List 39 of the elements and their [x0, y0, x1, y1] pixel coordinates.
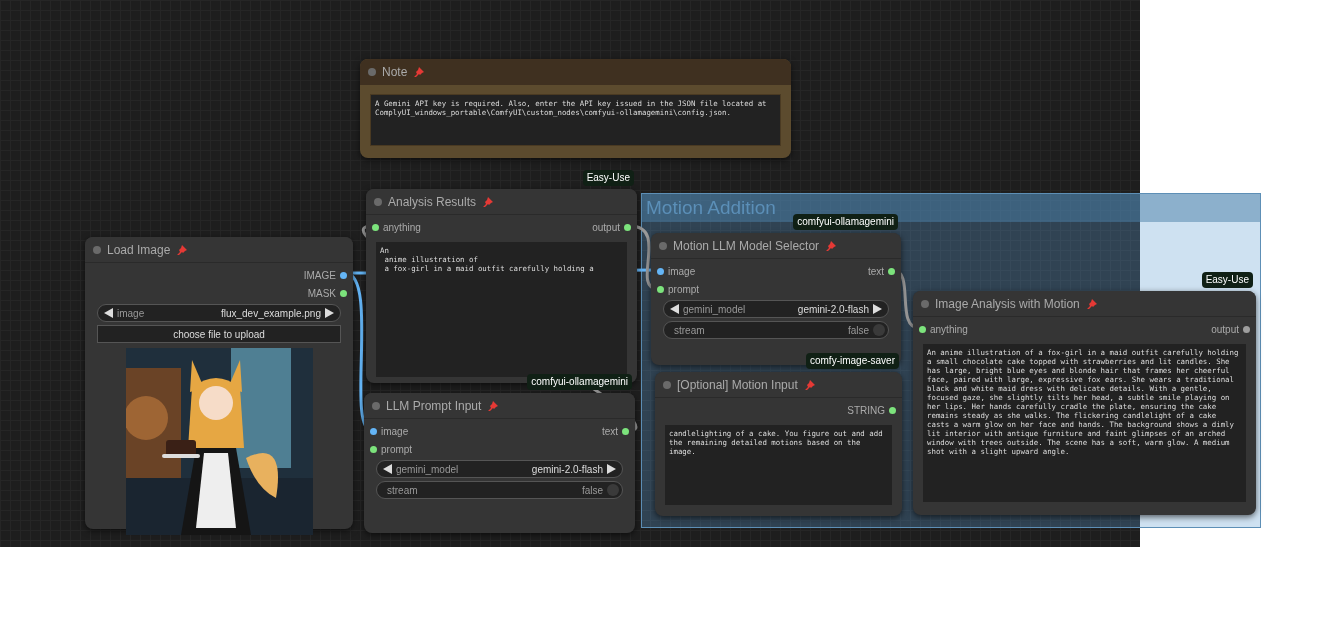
node-title: Load Image — [107, 241, 171, 259]
toggle-knob[interactable] — [607, 484, 619, 496]
right-arrow-icon[interactable] — [607, 464, 616, 474]
output-label: text — [867, 265, 884, 279]
input-label: anything — [930, 323, 968, 337]
node-title: Motion LLM Model Selector — [673, 237, 820, 255]
left-arrow-icon[interactable] — [670, 304, 679, 314]
output-label: IMAGE — [303, 269, 336, 283]
node-title: LLM Prompt Input — [386, 397, 482, 415]
output-label: STRING — [847, 404, 885, 418]
combo-field[interactable]: image flux_dev_example.png — [97, 304, 341, 322]
node-title: [Optional] Motion Input — [677, 376, 798, 394]
input-label: prompt — [381, 443, 413, 457]
output-label: text — [601, 425, 618, 439]
right-arrow-icon[interactable] — [325, 308, 334, 318]
combo-field[interactable]: gemini_model gemini-2.0-flash — [663, 300, 889, 318]
output-label: output — [592, 221, 620, 235]
node-badge: Easy-Use — [1201, 272, 1253, 288]
input-label: prompt — [668, 283, 700, 297]
output-label: MASK — [307, 287, 336, 301]
node-title: Analysis Results — [388, 193, 477, 211]
node-badge: comfy-image-saver — [805, 353, 899, 369]
node-title: Image Analysis with Motion — [935, 295, 1080, 313]
node-badge: comfyui-ollamagemini — [527, 374, 632, 390]
output-label: output — [1211, 323, 1239, 337]
node-badge: comfyui-ollamagemini — [793, 214, 898, 230]
input-label: image — [668, 265, 696, 279]
node-badge: Easy-Use — [582, 170, 634, 186]
combo-field[interactable]: gemini_model gemini-2.0-flash — [376, 460, 623, 478]
toggle-switch[interactable]: stream false — [663, 321, 889, 339]
node-title: Note — [382, 63, 408, 81]
toggle-switch[interactable]: stream false — [376, 481, 623, 499]
upload-button[interactable]: choose file to upload — [97, 325, 341, 343]
input-label: image — [381, 425, 409, 439]
toggle-knob[interactable] — [873, 324, 885, 336]
input-label: anything — [383, 221, 421, 235]
right-arrow-icon[interactable] — [873, 304, 882, 314]
left-arrow-icon[interactable] — [383, 464, 392, 474]
left-arrow-icon[interactable] — [104, 308, 113, 318]
